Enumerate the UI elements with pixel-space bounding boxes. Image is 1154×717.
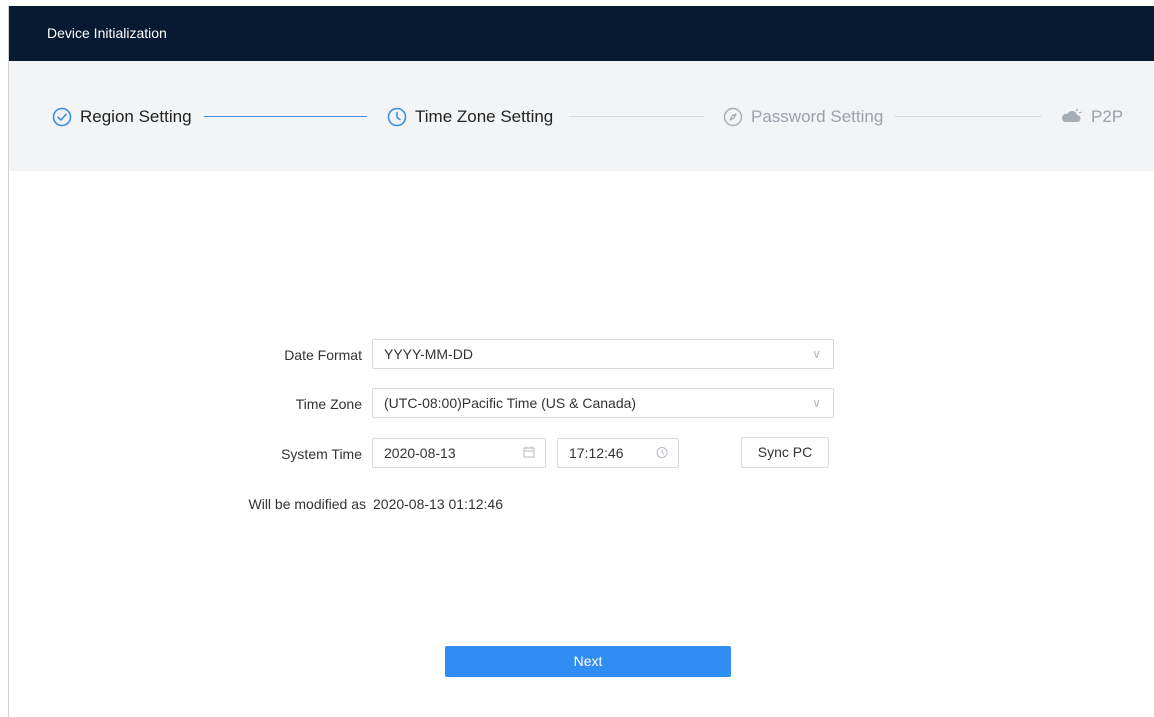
- chevron-down-icon: ∨: [812, 396, 821, 410]
- check-circle-icon: [52, 107, 72, 127]
- step-label: Time Zone Setting: [415, 107, 554, 126]
- time-zone-label: Time Zone: [295, 396, 362, 412]
- step-time-zone-setting: Time Zone Setting: [387, 106, 553, 128]
- date-value: 2020-08-13: [384, 445, 456, 461]
- sync-pc-button[interactable]: Sync PC: [741, 437, 829, 468]
- chevron-down-icon: ∨: [812, 347, 821, 361]
- system-time-label: System Time: [281, 446, 362, 462]
- step-region-setting: Region Setting: [52, 106, 192, 128]
- clock-icon: [387, 107, 407, 127]
- step-connector: [569, 116, 704, 117]
- step-label: Password Setting: [751, 107, 884, 126]
- time-zone-value: (UTC-08:00)Pacific Time (US & Canada): [384, 395, 637, 411]
- window-title: Device Initialization: [9, 6, 1154, 61]
- clock-icon: [656, 439, 668, 476]
- date-format-value: YYYY-MM-DD: [384, 346, 473, 362]
- time-zone-select[interactable]: (UTC-08:00)Pacific Time (US & Canada) ∨: [372, 388, 834, 418]
- time-value: 17:12:46: [569, 445, 624, 461]
- step-label: P2P: [1091, 107, 1124, 126]
- next-button[interactable]: Next: [445, 646, 731, 677]
- date-picker[interactable]: 2020-08-13: [372, 438, 546, 468]
- date-format-label: Date Format: [284, 347, 362, 363]
- date-format-select[interactable]: YYYY-MM-DD ∨: [372, 339, 834, 369]
- step-connector: [894, 116, 1042, 117]
- step-label: Region Setting: [80, 107, 192, 126]
- cloud-icon: [1059, 107, 1083, 127]
- modified-label: Will be modified as: [248, 496, 367, 512]
- step-p2p: P2P: [1059, 106, 1123, 128]
- compass-icon: [723, 107, 743, 127]
- steps-bar: Region Setting Time Zone Setting Passwor…: [9, 61, 1154, 171]
- time-picker[interactable]: 17:12:46: [557, 438, 679, 468]
- step-password-setting: Password Setting: [723, 106, 883, 128]
- step-connector: [204, 116, 367, 117]
- device-init-window: Device Initialization Region Setting Tim…: [8, 6, 1154, 717]
- modified-value: 2020-08-13 01:12:46: [373, 496, 503, 512]
- calendar-icon: [523, 439, 535, 476]
